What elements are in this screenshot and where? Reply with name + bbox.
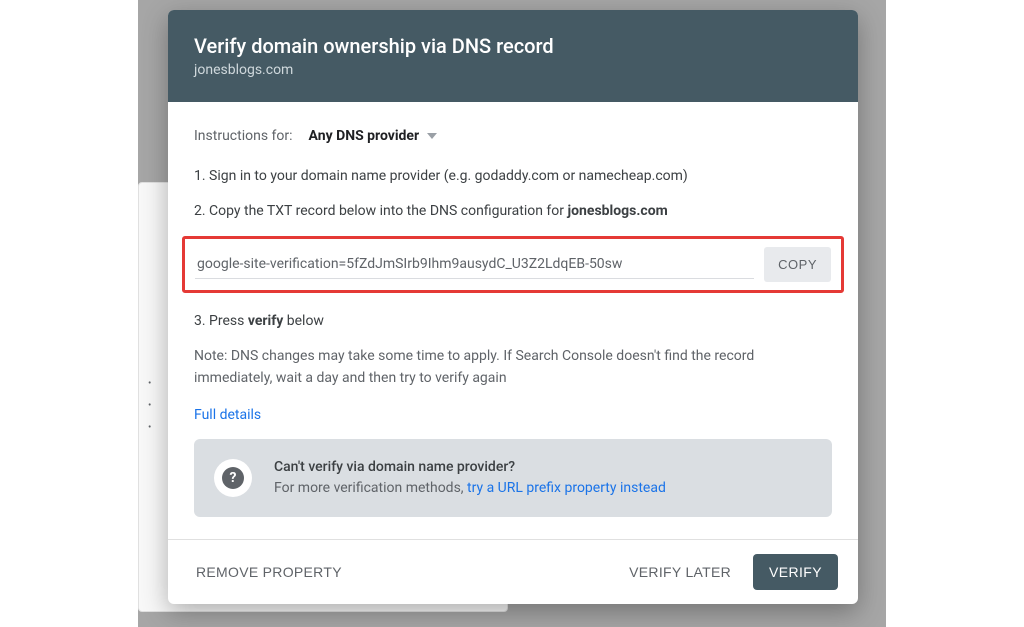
remove-property-button[interactable]: REMOVE PROPERTY (188, 554, 350, 590)
step-2: 2. Copy the TXT record below into the DN… (194, 201, 832, 222)
dialog-body: Instructions for: Any DNS provider 1. Si… (168, 102, 858, 539)
help-icon: ? (214, 459, 252, 497)
txt-record-input[interactable] (195, 250, 754, 279)
url-prefix-link[interactable]: try a URL prefix property instead (467, 480, 666, 496)
dns-note: Note: DNS changes may take some time to … (194, 346, 832, 389)
background-bullets: ••• (148, 373, 151, 439)
verify-button[interactable]: VERIFY (753, 554, 838, 590)
verify-later-button[interactable]: VERIFY LATER (621, 554, 739, 590)
question-mark-icon: ? (222, 467, 244, 489)
step-2-text: 2. Copy the TXT record below into the DN… (194, 203, 568, 219)
dialog-title: Verify domain ownership via DNS record (194, 34, 832, 58)
alt-title: Can't verify via domain name provider? (274, 457, 666, 478)
dns-provider-selected: Any DNS provider (309, 128, 420, 144)
step-2-domain: jonesblogs.com (568, 203, 668, 219)
step-3: 3. Press verify below (194, 311, 832, 332)
txt-record-highlight: COPY (182, 236, 844, 293)
step-3-suffix: below (283, 313, 324, 329)
step-3-bold: verify (248, 313, 283, 329)
step-1: 1. Sign in to your domain name provider … (194, 166, 832, 187)
dialog-header: Verify domain ownership via DNS record j… (168, 10, 858, 102)
full-details-link[interactable]: Full details (194, 407, 261, 423)
provider-row: Instructions for: Any DNS provider (194, 128, 832, 144)
alt-lead: For more verification methods, (274, 480, 467, 496)
alt-subtitle: For more verification methods, try a URL… (274, 478, 666, 499)
chevron-down-icon (427, 133, 437, 139)
copy-button[interactable]: COPY (764, 247, 831, 282)
dialog-domain: jonesblogs.com (194, 62, 832, 78)
provider-label: Instructions for: (194, 128, 293, 144)
step-3-prefix: 3. Press (194, 313, 248, 329)
verify-domain-dialog: Verify domain ownership via DNS record j… (168, 10, 858, 604)
dialog-footer: REMOVE PROPERTY VERIFY LATER VERIFY (168, 539, 858, 604)
alt-verification-box: ? Can't verify via domain name provider?… (194, 439, 832, 517)
alt-text: Can't verify via domain name provider? F… (274, 457, 666, 499)
dns-provider-select[interactable]: Any DNS provider (309, 128, 438, 144)
